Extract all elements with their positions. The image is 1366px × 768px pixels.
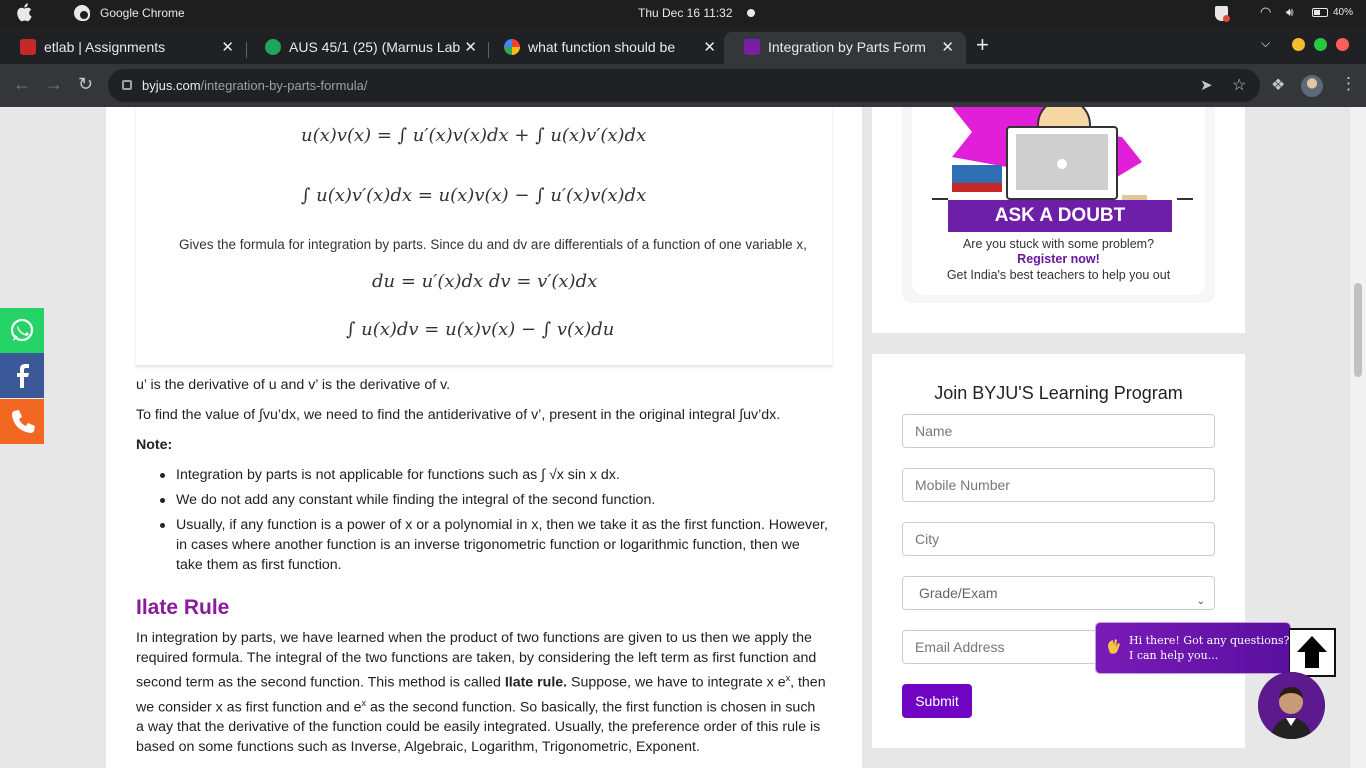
facebook-icon <box>17 364 29 388</box>
antiderivative-text: To find the value of ∫vu’dx, we need to … <box>136 407 781 423</box>
ad-banner[interactable]: ASK A DOUBT Are you stuck with some prob… <box>912 107 1205 295</box>
active-app-name[interactable]: Google Chrome <box>100 6 185 20</box>
submit-button[interactable]: Submit <box>902 684 972 718</box>
chevron-down-icon: ⌄ <box>1196 596 1205 607</box>
formula-product-rule: u(x)v(x) = ∫ u′(x)v(x)dx + ∫ u(x)v′(x)dx <box>301 125 647 146</box>
bookmark-star-icon[interactable]: ☆ <box>1232 75 1246 95</box>
ad-question-text: Are you stuck with some problem? <box>962 237 1155 251</box>
notes-list: Integration by parts is not applicable f… <box>160 465 830 580</box>
formula-explanation-text: Gives the formula for integration by par… <box>179 237 807 252</box>
register-now-link[interactable]: Register now! <box>912 252 1205 266</box>
tab-title: what function should be t <box>528 39 678 55</box>
wifi-icon[interactable]: ◠ <box>1260 4 1271 20</box>
url-text[interactable]: byjus.com/integration-by-parts-formula/ <box>142 78 367 93</box>
chrome-icon <box>74 5 90 21</box>
tab-title: Integration by Parts Form <box>768 39 926 55</box>
close-window-icon[interactable] <box>1336 38 1349 51</box>
note-label: Note: <box>136 437 173 453</box>
ilate-rule-heading: Ilate Rule <box>136 596 230 619</box>
apple-icon[interactable] <box>16 3 32 22</box>
list-item: We do not add any constant while finding… <box>160 490 830 510</box>
battery-icon[interactable] <box>1312 8 1328 17</box>
lock-icon[interactable] <box>122 80 132 90</box>
formula-box: u(x)v(x) = ∫ u′(x)v(x)dx + ∫ u(x)v′(x)dx… <box>136 107 832 365</box>
waving-hand-icon <box>1108 639 1120 654</box>
back-arrow-icon[interactable]: ← <box>13 74 31 95</box>
ilate-rule-paragraph: In integration by parts, we have learned… <box>136 630 826 756</box>
ask-doubt-ad-card: ASK A DOUBT Are you stuck with some prob… <box>872 107 1245 333</box>
volume-icon[interactable]: 🔊︎ <box>1286 5 1294 20</box>
phone-call-button[interactable] <box>0 399 44 444</box>
whatsapp-icon <box>10 318 34 342</box>
formula-final: ∫ u(x)dv = u(x)v(x) − ∫ v(x)du <box>346 319 615 340</box>
grade-exam-selected: Grade/Exam <box>919 585 998 601</box>
phone-icon <box>12 410 35 433</box>
chat-agent-avatar[interactable] <box>1258 672 1325 739</box>
macos-menu-bar: Google Chrome Thu Dec 16 11:32 ◠ 🔊︎ 40% <box>0 0 1366 26</box>
status-dot-icon <box>747 9 755 17</box>
new-tab-button[interactable]: + <box>976 32 989 58</box>
cricbuzz-favicon-icon <box>265 39 281 55</box>
web-page: u(x)v(x) = ∫ u′(x)v(x)dx + ∫ u(x)v′(x)dx… <box>0 107 1366 768</box>
browser-tab-strip: etlab | Assignments ✕ AUS 45/1 (25) (Mar… <box>0 26 1366 64</box>
close-tab-icon[interactable]: ✕ <box>703 38 716 56</box>
reload-icon[interactable]: ↻ <box>78 74 93 95</box>
ilate-rule-bold: Ilate rule. <box>504 674 568 691</box>
formula-integration-by-parts: ∫ u(x)v′(x)dx = u(x)v(x) − ∫ u′(x)v(x)dx <box>301 185 647 206</box>
city-field[interactable] <box>902 522 1215 556</box>
ad-frame: ASK A DOUBT Are you stuck with some prob… <box>902 107 1215 303</box>
grade-exam-select[interactable]: Grade/Exam ⌄ <box>902 576 1215 610</box>
address-bar[interactable]: byjus.com/integration-by-parts-formula/ … <box>108 69 1260 102</box>
join-program-form: Join BYJU'S Learning Program Grade/Exam … <box>872 354 1245 748</box>
menubar-clock[interactable]: Thu Dec 16 11:32 <box>638 6 733 20</box>
agent-photo <box>1258 672 1325 739</box>
profile-avatar[interactable] <box>1301 75 1323 97</box>
forward-arrow-icon[interactable]: → <box>45 74 63 95</box>
ad-tagline-text: Get India's best teachers to help you ou… <box>946 268 1171 282</box>
close-tab-icon[interactable]: ✕ <box>464 38 477 56</box>
page-scrollbar[interactable] <box>1350 107 1366 768</box>
arrow-up-icon <box>1297 636 1327 668</box>
send-page-icon[interactable]: ➤ <box>1200 76 1213 94</box>
whatsapp-share-button[interactable] <box>0 308 44 353</box>
ask-doubt-button[interactable]: ASK A DOUBT <box>948 200 1172 232</box>
tab-byjus-integration[interactable]: Integration by Parts Form ✕ <box>724 32 966 64</box>
minimize-window-icon[interactable] <box>1292 38 1305 51</box>
join-form-title: Join BYJU'S Learning Program <box>934 383 1183 403</box>
tab-etlab[interactable]: etlab | Assignments ✕ <box>0 32 246 64</box>
mobile-number-field[interactable] <box>902 468 1215 502</box>
list-item: Usually, if any function is a power of x… <box>160 515 830 575</box>
extensions-icon[interactable]: ❖ <box>1271 75 1285 95</box>
derivative-text: u’ is the derivative of u and v’ is the … <box>136 377 451 393</box>
formula-differentials: du = u′(x)dx dv = v′(x)dx <box>372 271 598 292</box>
close-tab-icon[interactable]: ✕ <box>941 38 954 56</box>
scroll-to-top-button[interactable] <box>1289 628 1336 677</box>
shield-icon[interactable] <box>1215 6 1230 22</box>
tab-search-chevron-icon[interactable]: ⌵ <box>1261 36 1270 51</box>
facebook-share-button[interactable] <box>0 353 44 398</box>
tab-title: AUS 45/1 (25) (Marnus Labu <box>289 39 461 55</box>
battery-percentage: 40% <box>1333 7 1354 18</box>
chat-prompt-bubble[interactable]: Hi there! Got any questions? I can help y… <box>1096 623 1290 673</box>
tab-title: etlab | Assignments <box>44 39 166 55</box>
tab-google-search[interactable]: what function should be t ✕ <box>484 32 728 64</box>
name-field[interactable] <box>902 414 1215 448</box>
article-content: u(x)v(x) = ∫ u′(x)v(x)dx + ∫ u(x)v′(x)dx… <box>106 107 862 768</box>
byjus-favicon-icon <box>744 39 760 55</box>
tab-cricket-score[interactable]: AUS 45/1 (25) (Marnus Labu ✕ <box>245 32 489 64</box>
maximize-window-icon[interactable] <box>1314 38 1327 51</box>
chrome-menu-icon[interactable]: ⋮ <box>1340 74 1357 94</box>
close-tab-icon[interactable]: ✕ <box>221 38 234 56</box>
etlab-favicon-icon <box>20 39 36 55</box>
chat-prompt-text: Hi there! Got any questions? I can help y… <box>1129 634 1290 662</box>
scrollbar-thumb[interactable] <box>1354 283 1362 377</box>
google-favicon-icon <box>504 39 520 55</box>
browser-toolbar: ← → ↻ byjus.com/integration-by-parts-for… <box>0 64 1366 107</box>
list-item: Integration by parts is not applicable f… <box>160 465 830 485</box>
